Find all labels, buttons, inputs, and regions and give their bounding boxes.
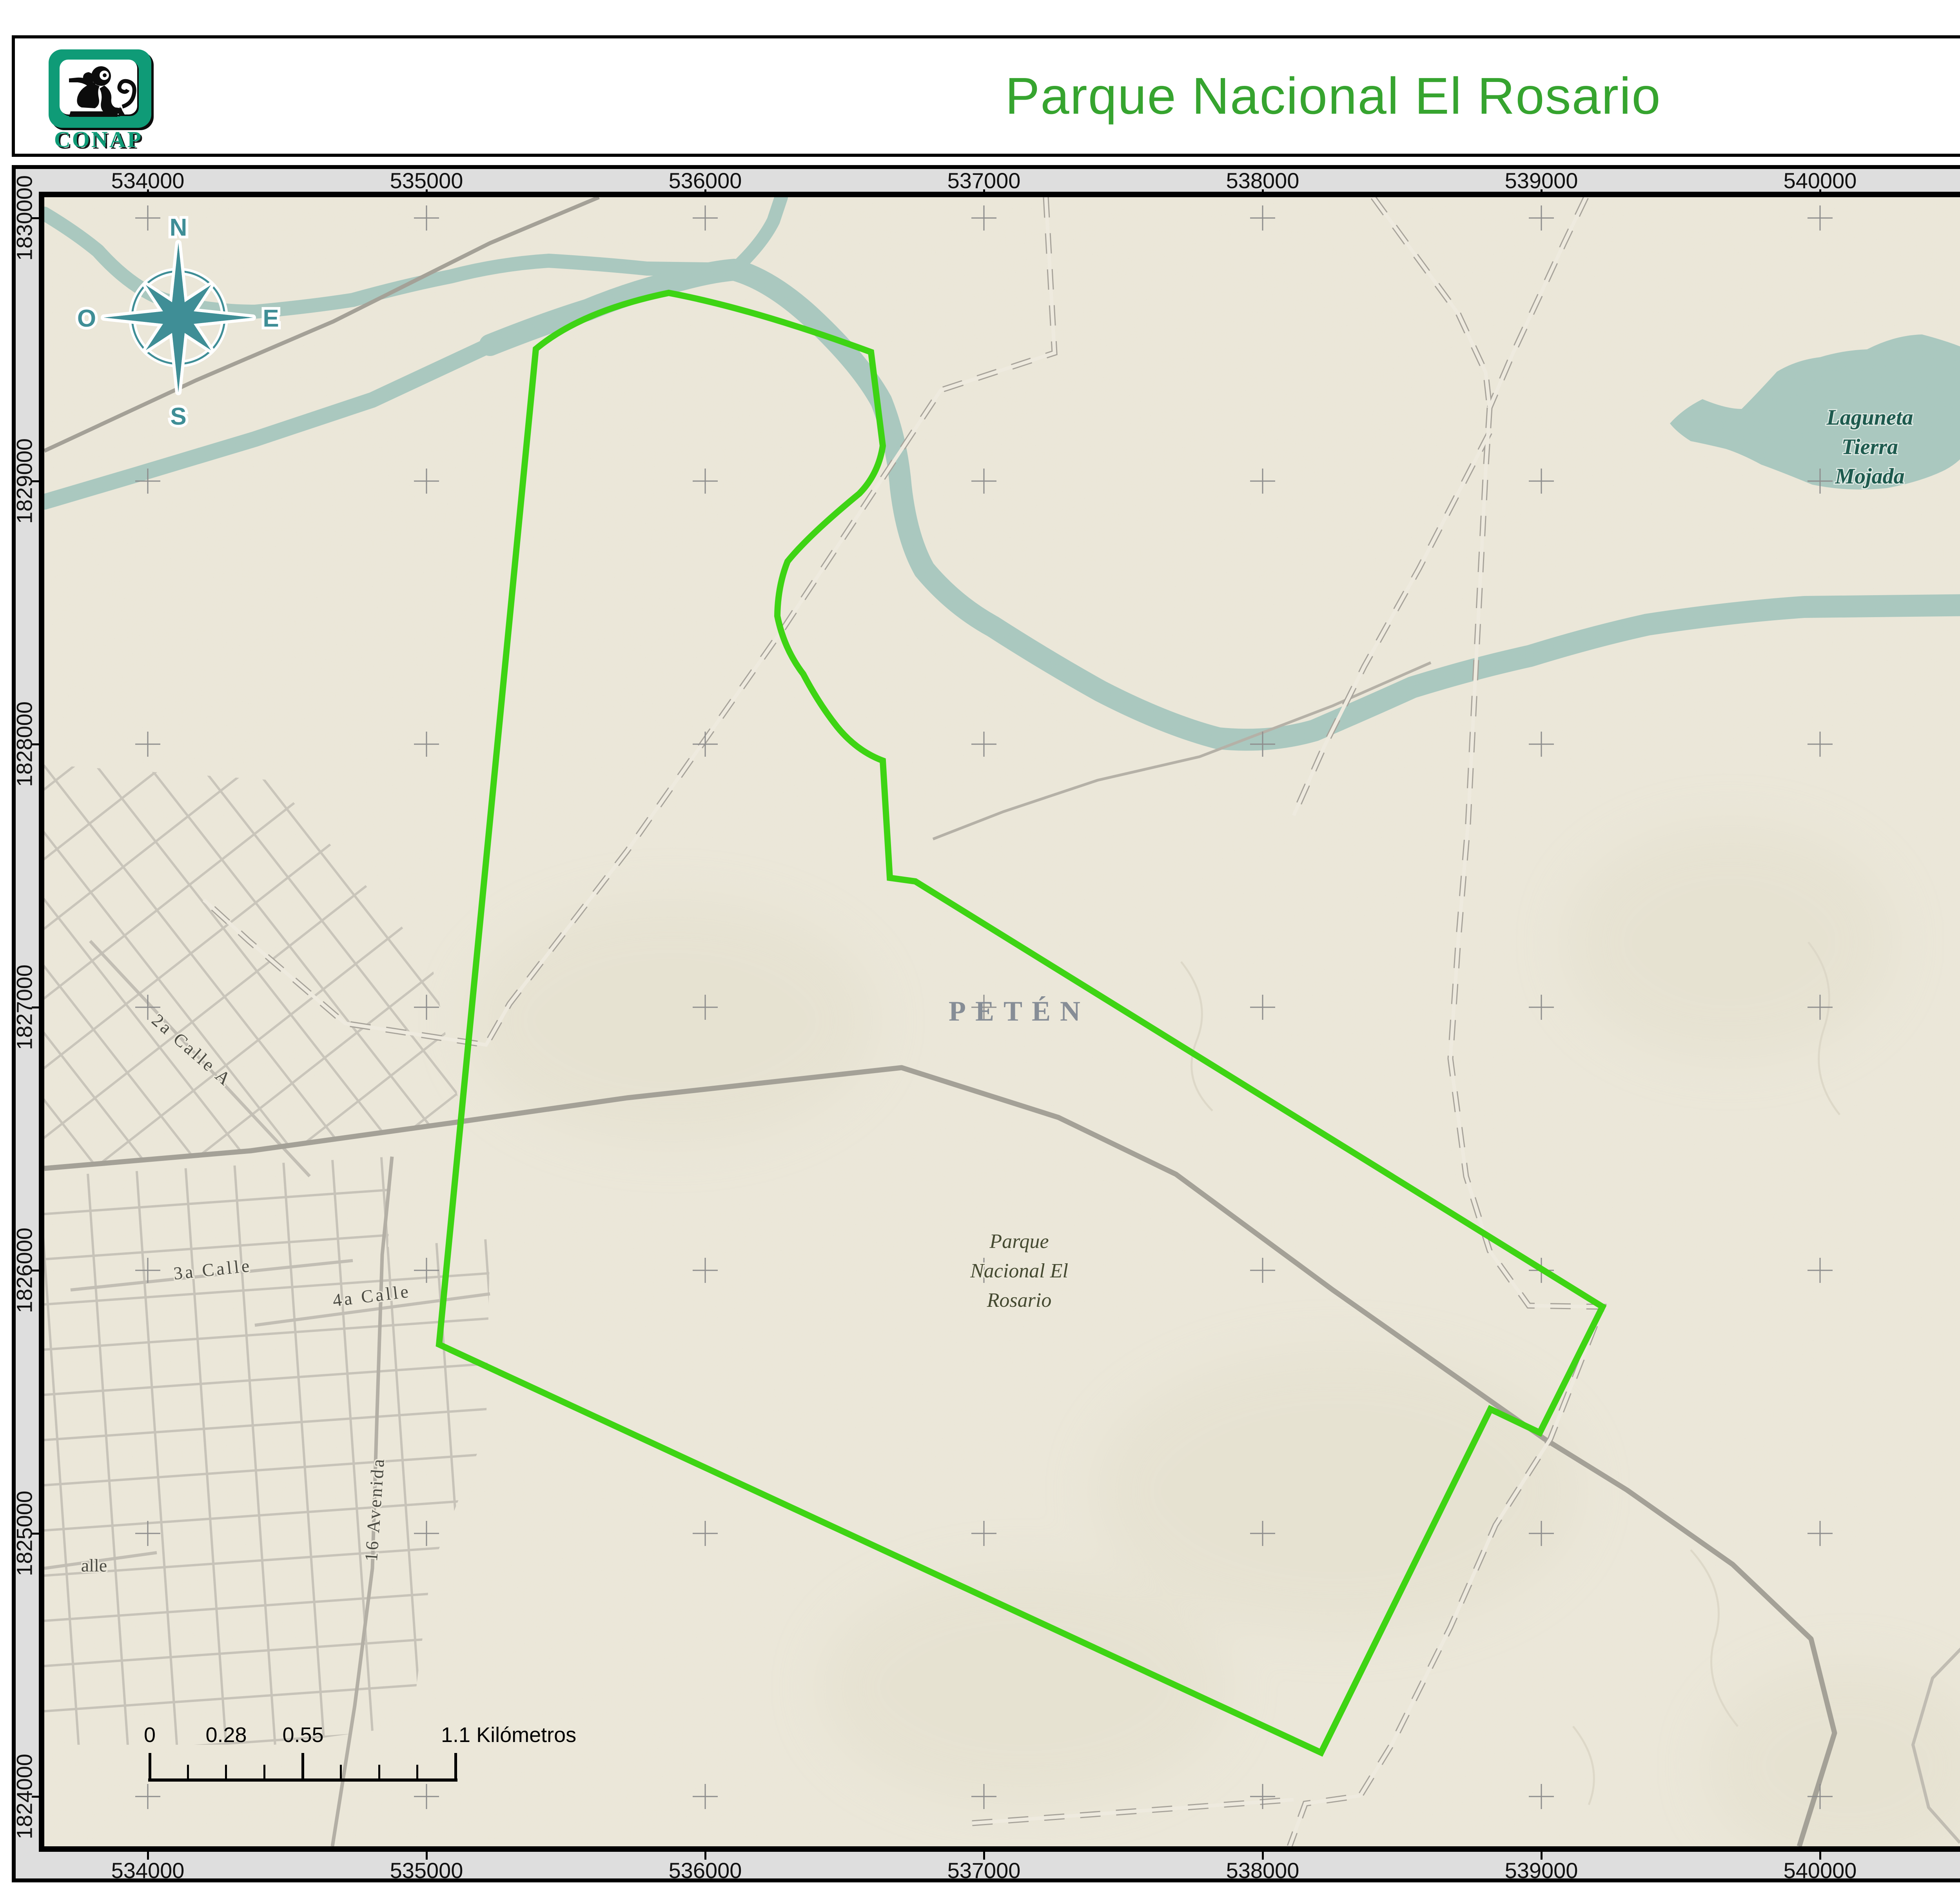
x-axis-label: 540000 bbox=[1784, 168, 1857, 193]
main-map: PETÉN Parque Nacional El Rosario Lagunet… bbox=[39, 192, 1960, 1852]
compass-s: S bbox=[170, 403, 186, 430]
svg-text:Parque: Parque bbox=[989, 1230, 1049, 1253]
y-axis-label: 1824000 bbox=[12, 1754, 37, 1839]
scale-label: 0.28 bbox=[205, 1723, 247, 1747]
logo-text: CONAP bbox=[45, 126, 151, 153]
y-axis-label: 1829000 bbox=[12, 438, 37, 524]
compass-n: N bbox=[170, 214, 187, 241]
svg-text:alle: alle bbox=[81, 1555, 107, 1575]
page-title: Parque Nacional El Rosario bbox=[15, 38, 1960, 154]
compass-e: E bbox=[263, 305, 279, 332]
scale-label: 0.55 bbox=[282, 1723, 323, 1747]
x-axis-label: 536000 bbox=[669, 1858, 742, 1883]
map-sheet: CONAP Parque Nacional El Rosario DAGeos-… bbox=[0, 0, 1960, 1891]
scale-label: 0 bbox=[144, 1723, 156, 1747]
x-axis-label: 540000 bbox=[1784, 1858, 1857, 1883]
x-axis-label: 535000 bbox=[390, 1858, 463, 1883]
svg-text:Rosario: Rosario bbox=[987, 1289, 1052, 1312]
compass-o: O bbox=[77, 305, 96, 332]
x-axis-label: 534000 bbox=[111, 168, 185, 193]
x-axis-label: 536000 bbox=[669, 168, 742, 193]
conap-logo: CONAP bbox=[45, 48, 163, 146]
x-axis-label: 535000 bbox=[390, 168, 463, 193]
x-axis-label: 538000 bbox=[1226, 168, 1299, 193]
scale-label: 1.1 Kilómetros bbox=[441, 1723, 576, 1747]
x-axis-label: 537000 bbox=[947, 168, 1021, 193]
x-axis-label: 539000 bbox=[1505, 1858, 1578, 1883]
x-axis-label: 537000 bbox=[947, 1858, 1021, 1883]
svg-text:Nacional El: Nacional El bbox=[970, 1260, 1068, 1282]
y-axis-label: 1828000 bbox=[12, 701, 37, 787]
svg-text:Mojada: Mojada bbox=[1835, 464, 1904, 489]
header: CONAP Parque Nacional El Rosario bbox=[12, 35, 1960, 157]
svg-text:Tierra: Tierra bbox=[1842, 435, 1898, 459]
department-label: PETÉN bbox=[949, 995, 1090, 1027]
svg-text:Laguneta: Laguneta bbox=[1826, 405, 1913, 430]
x-axis-label: 538000 bbox=[1226, 1858, 1299, 1883]
x-axis-label: 534000 bbox=[111, 1858, 185, 1883]
y-axis-label: 1830000 bbox=[12, 175, 37, 261]
y-axis-label: 1827000 bbox=[12, 965, 37, 1050]
y-axis-label: 1826000 bbox=[12, 1228, 37, 1313]
y-axis-label: 1825000 bbox=[12, 1491, 37, 1576]
x-axis-label: 539000 bbox=[1505, 168, 1578, 193]
